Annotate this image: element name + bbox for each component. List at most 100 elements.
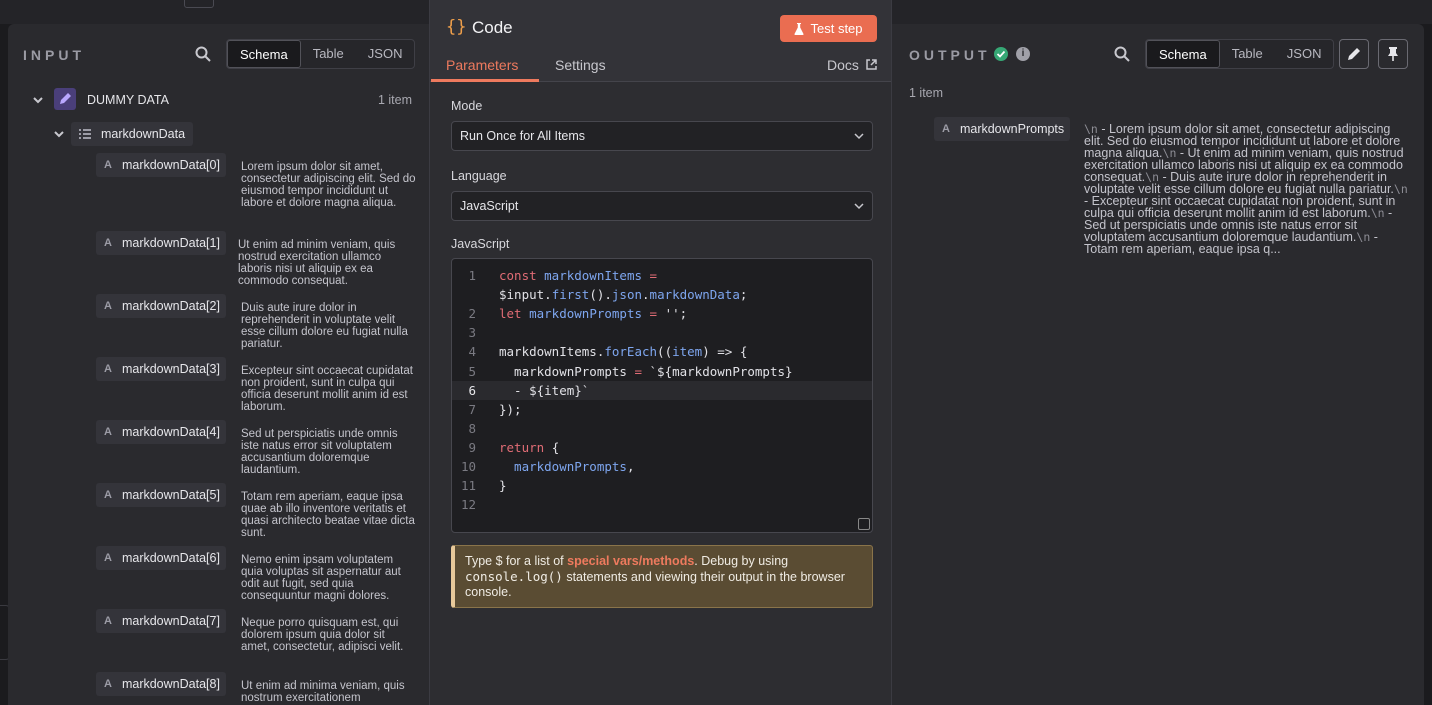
string-type-icon: A [104, 159, 112, 171]
code-token: (). [589, 287, 612, 302]
output-value: \n - Lorem ipsum dolor sit amet, consect… [1084, 123, 1409, 256]
node-name: DUMMY DATA [87, 93, 169, 107]
string-type-icon: A [104, 426, 112, 438]
chevron-down-icon [854, 203, 864, 210]
chevron-down-icon [854, 133, 864, 140]
code-token: item [672, 344, 703, 359]
language-select[interactable]: JavaScript [451, 191, 873, 221]
input-value: Duis aute irure dolor in reprehenderit i… [241, 302, 408, 350]
line-number: 10 [460, 459, 476, 474]
code-token: , [626, 459, 635, 474]
resize-icon[interactable] [858, 518, 870, 530]
code-token: }); [499, 402, 522, 417]
tab-schema[interactable]: Schema [1146, 40, 1220, 68]
tab-json[interactable]: JSON [356, 40, 415, 68]
code-line: - ${item}` [452, 381, 872, 400]
output-key-pill[interactable]: A markdownPrompts [934, 117, 1071, 141]
input-key: markdownData[3] [121, 362, 220, 376]
code-token: (( [657, 344, 673, 359]
code-token: = [649, 268, 658, 283]
input-title: INPUT [23, 47, 85, 63]
input-key-pill[interactable]: AmarkdownData[2] [96, 294, 226, 318]
code-token: } [499, 478, 507, 493]
code-editor[interactable]: const markdownItems = $input.first().json… [451, 258, 873, 533]
line-number: 7 [468, 402, 476, 417]
code-token: = [649, 306, 665, 321]
string-type-icon: A [104, 237, 112, 249]
input-key: markdownData[5] [121, 488, 220, 502]
input-key-pill[interactable]: AmarkdownData[6] [96, 546, 226, 570]
special-vars-link[interactable]: special vars/methods [567, 554, 694, 568]
code-node-panel: {} Code Test step Parameters Settings Do… [429, 0, 892, 705]
hint-callout: Type $ for a list of special vars/method… [451, 545, 873, 608]
code-token: let [499, 306, 530, 321]
code-text: - ${item}` [499, 381, 589, 400]
mode-select[interactable]: Run Once for All Items [451, 121, 873, 151]
tab-table[interactable]: Table [301, 40, 356, 68]
field-pill[interactable]: markdownData [71, 122, 194, 146]
docs-link[interactable]: Docs [827, 57, 877, 73]
input-item-count: 1 item [377, 93, 412, 107]
canvas-button[interactable] [184, 0, 214, 8]
tab-settings[interactable]: Settings [555, 57, 606, 73]
line-number: 3 [468, 325, 476, 340]
string-type-icon: A [104, 300, 112, 312]
tab-table[interactable]: Table [1220, 40, 1275, 68]
docs-label: Docs [827, 57, 859, 73]
input-key-pill[interactable]: AmarkdownData[1] [96, 231, 226, 255]
code-line: } [452, 476, 872, 495]
code-header: {} Code Test step Parameters Settings Do… [430, 0, 891, 82]
hint-code: console.log() [465, 569, 563, 584]
code-token: = [634, 364, 650, 379]
input-value: Neque porro quisquam est, qui dolorem ip… [241, 617, 404, 653]
input-key-pill[interactable]: AmarkdownData[5] [96, 483, 226, 507]
chevron-down-icon[interactable] [54, 129, 64, 139]
search-icon[interactable] [195, 46, 211, 62]
code-text: markdownItems.forEach((item) => { [499, 342, 747, 361]
hint-middle: . Debug by using [694, 554, 789, 568]
output-item-count: 1 item [909, 86, 944, 100]
input-key: markdownData[8] [121, 677, 220, 691]
output-panel: OUTPUT i Schema Table JSON 1 item A mark… [892, 24, 1424, 705]
input-key: markdownData[0] [121, 158, 220, 172]
edit-output-button[interactable] [1339, 39, 1369, 69]
test-step-label: Test step [810, 21, 863, 36]
line-number: 8 [468, 421, 476, 436]
line-number: 4 [468, 344, 476, 359]
mode-label: Mode [451, 99, 483, 113]
code-node-icon: {} [446, 17, 467, 37]
input-key-pill[interactable]: AmarkdownData[4] [96, 420, 226, 444]
test-step-button[interactable]: Test step [780, 15, 877, 42]
tab-schema[interactable]: Schema [227, 40, 301, 68]
code-line: }); [452, 400, 872, 419]
newline-escape: \n [1393, 182, 1408, 196]
line-number: 1 [468, 268, 476, 283]
input-key-pill[interactable]: AmarkdownData[7] [96, 609, 226, 633]
code-token: markdownData [649, 287, 740, 302]
newline-escape: \n [1370, 206, 1385, 220]
input-key-pill[interactable]: AmarkdownData[8] [96, 672, 226, 696]
search-icon[interactable] [1114, 46, 1130, 62]
chevron-down-icon[interactable] [33, 95, 43, 105]
tab-parameters[interactable]: Parameters [446, 57, 518, 73]
info-icon[interactable]: i [1016, 47, 1030, 61]
string-type-icon: A [104, 615, 112, 627]
node-title[interactable]: Code [472, 18, 513, 38]
list-icon [79, 129, 91, 139]
input-key-pill[interactable]: AmarkdownData[0] [96, 153, 226, 177]
success-icon [994, 47, 1008, 61]
pin-data-button[interactable] [1378, 39, 1408, 69]
code-token: ) => { [702, 344, 748, 359]
flask-icon [794, 22, 805, 35]
newline-escape: \n [1356, 230, 1371, 244]
tab-json[interactable]: JSON [1275, 40, 1334, 68]
input-value: Nemo enim ipsam voluptatem quia voluptas… [241, 554, 401, 602]
input-value: Sed ut perspiciatis unde omnis iste natu… [241, 428, 398, 476]
string-type-icon: A [942, 123, 950, 135]
input-key-pill[interactable]: AmarkdownData[3] [96, 357, 226, 381]
code-token: . [642, 287, 650, 302]
string-type-icon: A [104, 552, 112, 564]
pin-icon [1388, 47, 1398, 61]
